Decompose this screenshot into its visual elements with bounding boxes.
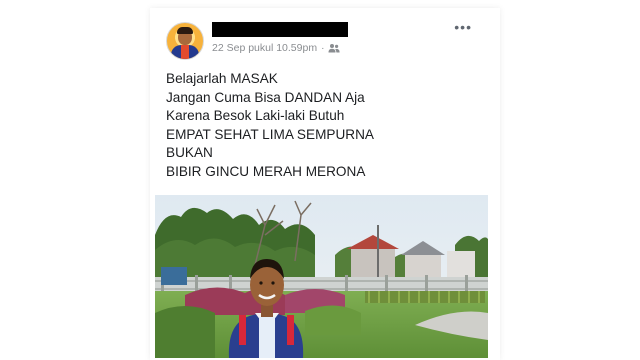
- more-options-icon[interactable]: •••: [454, 20, 472, 34]
- park-photo: [155, 195, 488, 358]
- facebook-post: 22 Sep pukul 10.59pm · ••• Belajarlah MA…: [150, 8, 500, 360]
- friends-icon: [328, 44, 341, 53]
- post-text-line: Jangan Cuma Bisa DANDAN Aja: [166, 89, 365, 105]
- profile-avatar[interactable]: [166, 22, 204, 60]
- post-timestamp[interactable]: 22 Sep pukul 10.59pm: [212, 42, 317, 54]
- avatar-shirt-stripe: [181, 45, 189, 59]
- post-text-line: Belajarlah MASAK: [166, 71, 278, 86]
- post-text-line: BIBIR GINCU MERAH MERONA: [166, 163, 366, 179]
- redacted-author-name: [212, 22, 348, 37]
- post-text-line: Karena Besok Laki-laki Butuh: [166, 108, 345, 123]
- post-text: Belajarlah MASAK Jangan Cuma Bisa DANDAN…: [166, 70, 486, 181]
- post-photo[interactable]: [155, 195, 488, 358]
- post-text-line: BUKAN: [166, 145, 213, 160]
- post-meta: 22 Sep pukul 10.59pm ·: [212, 42, 341, 54]
- meta-separator: ·: [321, 42, 325, 54]
- post-text-line: EMPAT SEHAT LIMA SEMPURNA: [166, 126, 374, 142]
- avatar-hair: [177, 27, 193, 34]
